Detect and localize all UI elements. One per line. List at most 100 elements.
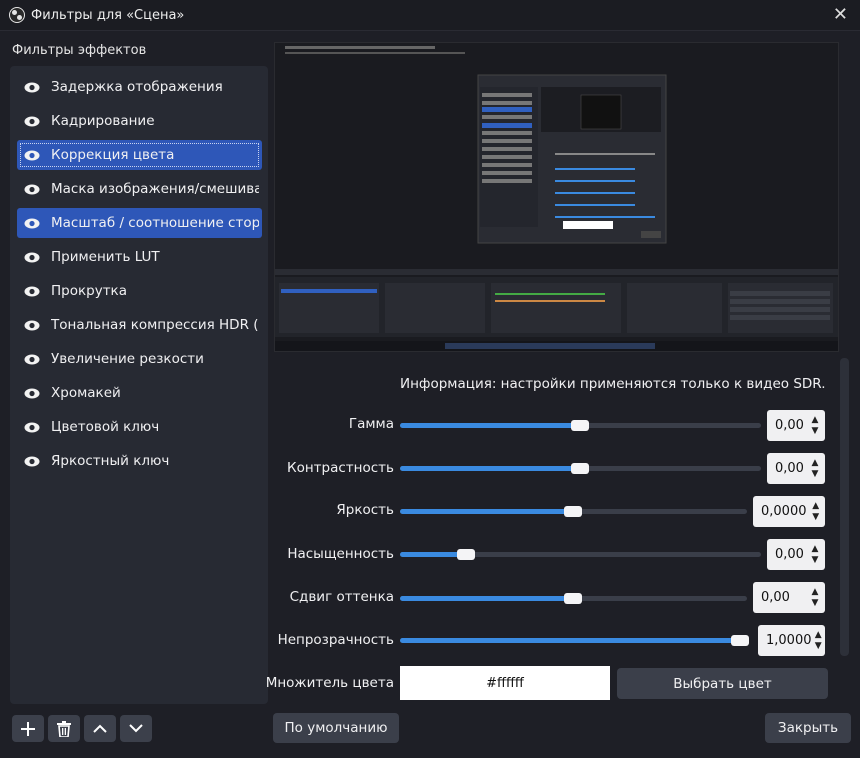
chevron-down-icon [129,724,143,733]
filter-item-luma-key[interactable]: Яркостный ключ [17,446,262,476]
chevron-up-icon[interactable]: ▲ [812,501,819,512]
move-down-button[interactable] [120,715,152,742]
chevron-up-icon[interactable]: ▲ [812,458,819,469]
color-multiplier-label: Множитель цвета [265,675,394,691]
plus-icon [21,721,35,736]
add-filter-button[interactable] [12,715,44,742]
eye-icon[interactable] [24,320,40,331]
contrast-label: Контрастность [287,460,394,476]
preview-image [275,43,838,351]
move-up-button[interactable] [84,715,116,742]
effect-filters-heading: Фильтры эффектов [12,43,147,58]
choose-color-button[interactable]: Выбрать цвет [617,668,828,699]
slider-thumb[interactable] [457,549,475,560]
spinbox-value: 0,00 [775,547,804,562]
filter-item-color-correction[interactable]: Коррекция цвета [17,140,262,170]
close-icon[interactable]: ✕ [833,4,848,25]
window-title: Фильтры для «Сцена» [31,8,185,23]
slider-thumb[interactable] [571,463,589,474]
brightness-slider[interactable] [400,506,747,517]
chevron-up-icon [93,724,107,733]
filter-item-hdr-tonemap[interactable]: Тональная компрессия HDR (под [17,310,262,340]
color-multiplier-value: #ffffff [486,675,524,691]
eye-icon[interactable] [24,456,40,467]
hue-shift-label: Сдвиг оттенка [289,589,394,605]
brightness-spinbox[interactable]: 0,0000 ▲ ▼ [753,496,825,527]
chevron-down-icon[interactable]: ▼ [815,641,822,652]
eye-icon[interactable] [24,116,40,127]
gamma-label: Гамма [348,416,394,432]
chevron-down-icon[interactable]: ▼ [812,469,819,480]
chevron-up-icon[interactable]: ▲ [815,630,822,641]
filter-item-color-key[interactable]: Цветовой ключ [17,412,262,442]
eye-icon[interactable] [24,252,40,263]
contrast-spinbox[interactable]: 0,00 ▲ ▼ [767,453,825,484]
filter-item-label: Прокрутка [51,283,127,299]
gamma-slider[interactable] [400,420,761,431]
defaults-button[interactable]: По умолчанию [273,713,399,743]
opacity-slider[interactable] [400,635,749,646]
filter-item-label: Увеличение резкости [51,351,204,367]
spinbox-value: 0,00 [761,590,790,605]
eye-icon[interactable] [24,82,40,93]
slider-thumb[interactable] [571,420,589,431]
spinbox-value: 0,00 [775,418,804,433]
spinbox-value: 0,0000 [761,504,807,519]
filter-item-apply-lut[interactable]: Применить LUT [17,242,262,272]
slider-thumb[interactable] [731,635,749,646]
filter-item-render-delay[interactable]: Задержка отображения [17,72,262,102]
filter-item-label: Яркостный ключ [51,453,170,469]
trash-icon [57,720,71,737]
opacity-label: Непрозрачность [277,632,394,648]
title-bar: Фильтры для «Сцена» ✕ [0,0,860,31]
opacity-spinbox[interactable]: 1,0000 ▲ ▼ [758,625,825,656]
close-button[interactable]: Закрыть [765,713,851,743]
filter-item-label: Кадрирование [51,113,155,129]
eye-icon[interactable] [24,150,40,161]
spinbox-value: 0,00 [775,461,804,476]
eye-icon[interactable] [24,388,40,399]
slider-thumb[interactable] [564,506,582,517]
eye-icon[interactable] [24,184,40,195]
contrast-slider[interactable] [400,463,761,474]
filter-preview [274,42,839,352]
eye-icon[interactable] [24,218,40,229]
color-multiplier-swatch: #ffffff [400,666,610,700]
filter-item-label: Применить LUT [51,249,160,265]
filter-item-sharpen[interactable]: Увеличение резкости [17,344,262,374]
sdr-info-text: Информация: настройки применяются только… [400,376,826,392]
obs-logo-icon [9,7,25,23]
slider-thumb[interactable] [564,593,582,604]
eye-icon[interactable] [24,422,40,433]
filter-item-label: Тональная компрессия HDR (под [51,317,259,333]
chevron-down-icon[interactable]: ▼ [812,426,819,437]
filter-item-label: Коррекция цвета [51,147,175,163]
filter-item-crop[interactable]: Кадрирование [17,106,262,136]
chevron-up-icon[interactable]: ▲ [812,544,819,555]
filter-item-scale-aspect[interactable]: Масштаб / соотношение сторон [17,208,262,238]
chevron-down-icon[interactable]: ▼ [812,598,819,609]
chevron-down-icon[interactable]: ▼ [812,555,819,566]
gamma-spinbox[interactable]: 0,00 ▲ ▼ [767,410,825,441]
saturation-spinbox[interactable]: 0,00 ▲ ▼ [767,539,825,570]
filter-item-image-mask[interactable]: Маска изображения/смешивани [17,174,262,204]
settings-scrollbar[interactable] [840,358,849,656]
filter-item-label: Задержка отображения [51,79,223,95]
chevron-up-icon[interactable]: ▲ [812,587,819,598]
filter-item-scroll[interactable]: Прокрутка [17,276,262,306]
hue-shift-slider[interactable] [400,593,747,604]
chevron-down-icon[interactable]: ▼ [812,512,819,523]
saturation-label: Насыщенность [287,546,394,562]
hue-shift-spinbox[interactable]: 0,00 ▲ ▼ [753,582,825,613]
spinbox-value: 1,0000 [766,633,812,648]
filter-item-label: Хромакей [51,385,121,401]
eye-icon[interactable] [24,286,40,297]
filter-item-label: Маска изображения/смешивани [51,181,259,197]
remove-filter-button[interactable] [48,715,80,742]
filter-item-label: Цветовой ключ [51,419,160,435]
brightness-label: Яркость [336,502,394,518]
saturation-slider[interactable] [400,549,761,560]
eye-icon[interactable] [24,354,40,365]
chevron-up-icon[interactable]: ▲ [812,415,819,426]
filter-item-chroma-key[interactable]: Хромакей [17,378,262,408]
